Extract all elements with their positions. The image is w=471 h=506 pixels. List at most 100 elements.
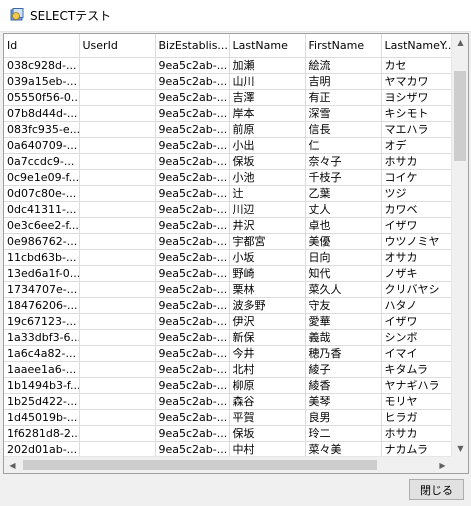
table-cell[interactable]: 19c67123-...	[4, 313, 80, 330]
table-cell[interactable]: 05550f56-0...	[4, 89, 80, 106]
table-cell[interactable]: 前原	[229, 121, 306, 138]
table-cell[interactable]: 9ea5c2ab-...	[155, 297, 230, 314]
table-cell[interactable]: 平賀	[229, 409, 306, 426]
table-cell[interactable]: 義哉	[305, 329, 382, 346]
table-cell[interactable]	[79, 137, 156, 154]
table-cell[interactable]: 宇都宮	[229, 233, 306, 250]
table-row[interactable]: 1f6281d8-2... 9ea5c2ab-... 保坂 玲二 ホサカ	[4, 425, 453, 442]
table-cell[interactable]: ハタノ	[381, 297, 453, 314]
table-cell[interactable]: 0a7ccdc9-...	[4, 153, 80, 170]
table-cell[interactable]: 栗林	[229, 281, 306, 298]
table-cell[interactable]: 愛華	[305, 313, 382, 330]
table-cell[interactable]: 9ea5c2ab-...	[155, 393, 230, 410]
table-cell[interactable]: 9ea5c2ab-...	[155, 233, 230, 250]
table-cell[interactable]: 038c928d-...	[4, 57, 80, 74]
table-cell[interactable]: 9ea5c2ab-...	[155, 345, 230, 362]
table-cell[interactable]: ノザキ	[381, 265, 453, 282]
table-cell[interactable]: 知代	[305, 265, 382, 282]
column-header[interactable]: BizEstablis...	[155, 34, 230, 58]
table-row[interactable]: 1a6c4a82-... 9ea5c2ab-... 今井 穂乃香 イマイ	[4, 345, 453, 362]
table-cell[interactable]	[79, 281, 156, 298]
table-cell[interactable]: 綾香	[305, 377, 382, 394]
table-cell[interactable]: 日向	[305, 249, 382, 266]
table-cell[interactable]: 菜久人	[305, 281, 382, 298]
table-cell[interactable]: 9ea5c2ab-...	[155, 57, 230, 74]
data-grid[interactable]: Id UserId BizEstablis... LastName FirstName L…	[3, 33, 469, 474]
vertical-scroll-thumb[interactable]	[454, 71, 466, 161]
table-cell[interactable]: 千枝子	[305, 169, 382, 186]
table-cell[interactable]: 0d07c80e-...	[4, 185, 80, 202]
table-cell[interactable]: 新保	[229, 329, 306, 346]
table-row[interactable]: 038c928d-... 9ea5c2ab-... 加瀬 絵流 カセ	[4, 57, 453, 74]
table-cell[interactable]: 保坂	[229, 153, 306, 170]
table-cell[interactable]	[79, 105, 156, 122]
table-cell[interactable]: 穂乃香	[305, 345, 382, 362]
column-header[interactable]: LastName	[229, 34, 306, 58]
table-cell[interactable]: 良男	[305, 409, 382, 426]
table-cell[interactable]: 1b1494b3-f...	[4, 377, 80, 394]
table-cell[interactable]: 1f6281d8-2...	[4, 425, 80, 442]
table-row[interactable]: 1a33dbf3-6... 9ea5c2ab-... 新保 義哉 シンボ	[4, 329, 453, 346]
table-cell[interactable]: ホサカ	[381, 153, 453, 170]
table-row[interactable]: 1734707e-... 9ea5c2ab-... 栗林 菜久人 クリバヤシ	[4, 281, 453, 298]
chevron-down-icon[interactable]: ▼	[452, 440, 468, 457]
table-cell[interactable]: 波多野	[229, 297, 306, 314]
table-row[interactable]: 039a15eb-... 9ea5c2ab-... 山川 吉明 ヤマカワ	[4, 73, 453, 90]
table-cell[interactable]	[79, 313, 156, 330]
table-row[interactable]: 1d45019b-... 9ea5c2ab-... 平賀 良男 ヒラガ	[4, 409, 453, 426]
table-cell[interactable]: 9ea5c2ab-...	[155, 73, 230, 90]
table-cell[interactable]: イマイ	[381, 345, 453, 362]
table-cell[interactable]: 0e3c6ee2-f...	[4, 217, 80, 234]
table-row[interactable]: 1b1494b3-f... 9ea5c2ab-... 柳原 綾香 ヤナギハラ	[4, 377, 453, 394]
table-cell[interactable]: 1734707e-...	[4, 281, 80, 298]
table-cell[interactable]: 1a6c4a82-...	[4, 345, 80, 362]
table-cell[interactable]: 守友	[305, 297, 382, 314]
table-cell[interactable]: 0c9e1e09-f...	[4, 169, 80, 186]
table-cell[interactable]	[79, 249, 156, 266]
table-cell[interactable]	[79, 185, 156, 202]
table-row[interactable]: 07b8d44d-... 9ea5c2ab-... 岸本 深雪 キシモト	[4, 105, 453, 122]
table-cell[interactable]	[79, 153, 156, 170]
table-cell[interactable]: クリバヤシ	[381, 281, 453, 298]
table-cell[interactable]: 保坂	[229, 425, 306, 442]
table-cell[interactable]	[79, 265, 156, 282]
table-cell[interactable]: ホサカ	[381, 425, 453, 442]
table-cell[interactable]: 岸本	[229, 105, 306, 122]
table-cell[interactable]: 11cbd63b-...	[4, 249, 80, 266]
chevron-up-icon[interactable]: ▲	[452, 34, 468, 51]
table-cell[interactable]: ヨシザワ	[381, 89, 453, 106]
table-cell[interactable]	[79, 217, 156, 234]
table-cell[interactable]: カセ	[381, 57, 453, 74]
table-cell[interactable]: 美琴	[305, 393, 382, 410]
table-cell[interactable]: 信長	[305, 121, 382, 138]
table-cell[interactable]	[79, 345, 156, 362]
table-row[interactable]: 11cbd63b-... 9ea5c2ab-... 小坂 日向 オサカ	[4, 249, 453, 266]
horizontal-scrollbar[interactable]: ◀ ▶	[4, 456, 451, 473]
table-row[interactable]: 083fc935-e... 9ea5c2ab-... 前原 信長 マエハラ	[4, 121, 453, 138]
table-cell[interactable]: 0e986762-...	[4, 233, 80, 250]
table-cell[interactable]: 綾子	[305, 361, 382, 378]
table-cell[interactable]: ヤナギハラ	[381, 377, 453, 394]
table-cell[interactable]: 9ea5c2ab-...	[155, 201, 230, 218]
table-cell[interactable]: 吉澤	[229, 89, 306, 106]
table-cell[interactable]	[79, 121, 156, 138]
vertical-scrollbar[interactable]: ▲ ▼	[451, 34, 468, 457]
horizontal-scroll-thumb[interactable]	[23, 460, 377, 470]
table-cell[interactable]: 川辺	[229, 201, 306, 218]
table-cell[interactable]: 丈人	[305, 201, 382, 218]
table-cell[interactable]: 小出	[229, 137, 306, 154]
table-cell[interactable]: 1b25d422-...	[4, 393, 80, 410]
table-cell[interactable]: 深雪	[305, 105, 382, 122]
table-row[interactable]: 13ed6a1f-0... 9ea5c2ab-... 野崎 知代 ノザキ	[4, 265, 453, 282]
table-cell[interactable]: ツジ	[381, 185, 453, 202]
table-cell[interactable]: 9ea5c2ab-...	[155, 281, 230, 298]
column-header[interactable]: FirstName	[305, 34, 382, 58]
title-bar[interactable]: SELECTテスト	[0, 0, 471, 32]
table-cell[interactable]	[79, 377, 156, 394]
table-cell[interactable]: 039a15eb-...	[4, 73, 80, 90]
table-cell[interactable]: 奈々子	[305, 153, 382, 170]
table-cell[interactable]: 加瀬	[229, 57, 306, 74]
column-header[interactable]: Id	[4, 34, 80, 58]
table-cell[interactable]: 卓也	[305, 217, 382, 234]
table-cell[interactable]	[79, 233, 156, 250]
